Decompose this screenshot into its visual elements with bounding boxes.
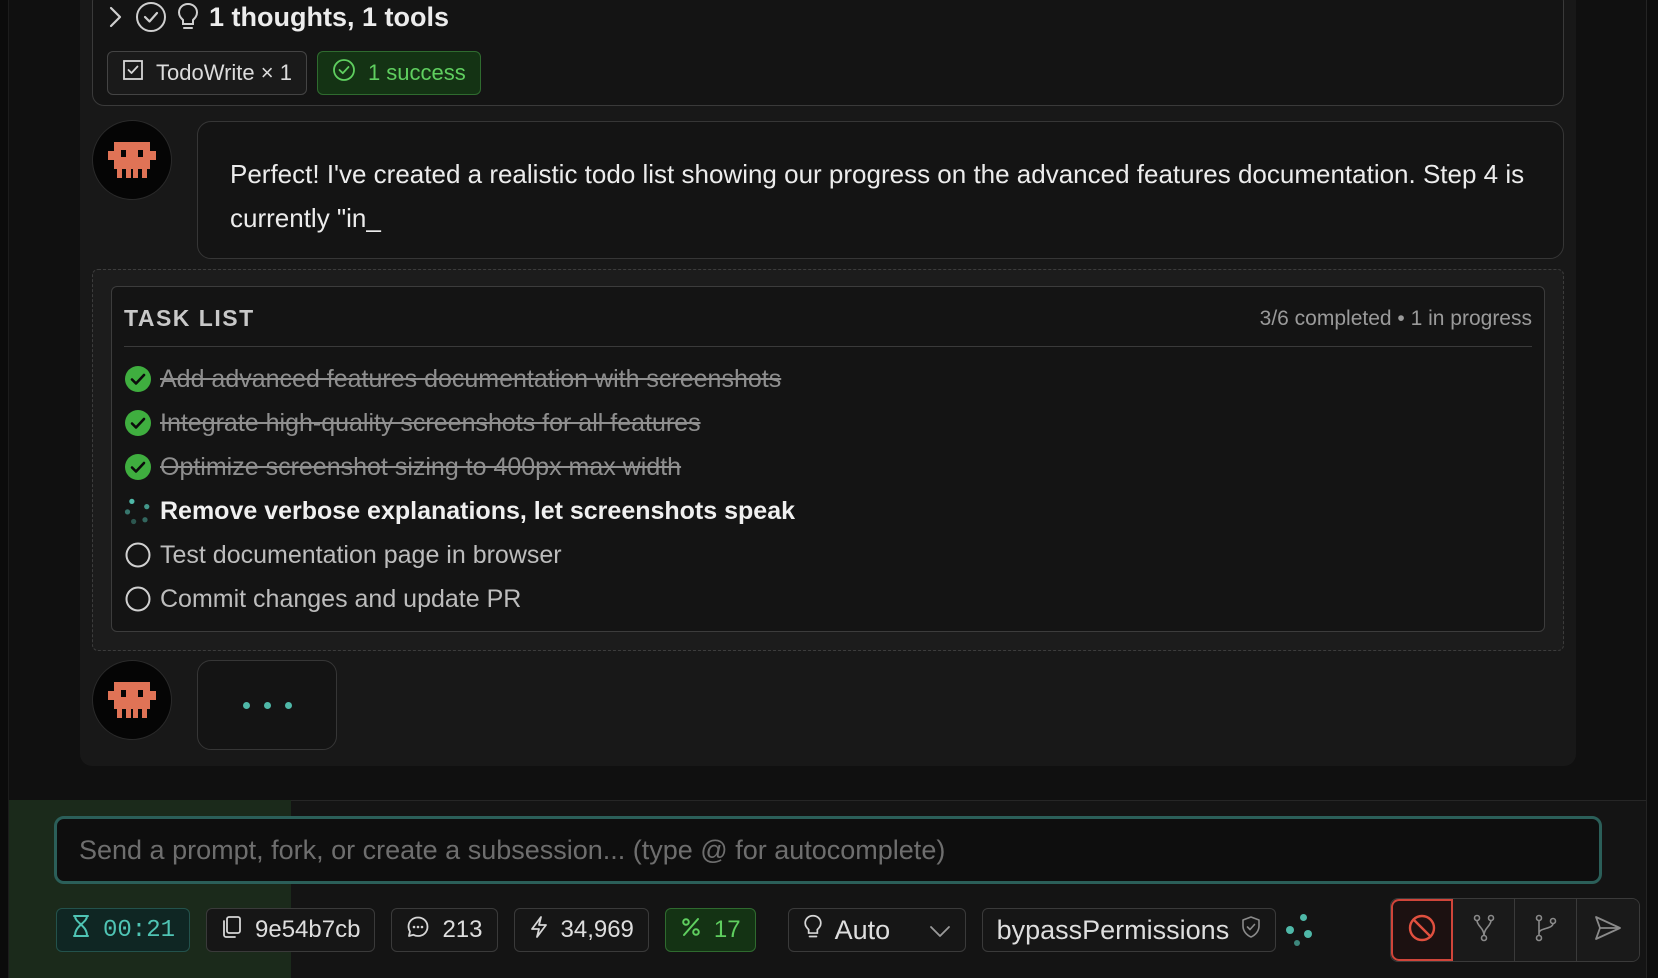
shield-icon <box>1241 915 1261 946</box>
timer-value: 00:21 <box>103 916 176 944</box>
token-count-badge: 34,969 <box>513 908 649 952</box>
task-item-label: Remove verbose explanations, let screens… <box>160 496 795 525</box>
thoughts-tools-card: 1 thoughts, 1 tools TodoWrite × 1 1 succ… <box>92 0 1564 106</box>
token-count-value: 34,969 <box>560 916 634 943</box>
right-scrollbar-edge[interactable] <box>1646 0 1658 978</box>
check-filled-icon <box>124 453 152 481</box>
loading-spinner-icon <box>1282 908 1322 952</box>
assistant-message-text: Perfect! I've created a realistic todo l… <box>230 159 1525 233</box>
checkbox-icon <box>122 59 144 87</box>
fork-icon <box>1472 914 1496 947</box>
success-chip[interactable]: 1 success <box>316 51 481 95</box>
task-item: Test documentation page in browser <box>124 533 1532 577</box>
typing-dot <box>263 701 271 709</box>
task-list-container: TASK LIST 3/6 completed • 1 in progress … <box>92 269 1564 651</box>
prompt-input[interactable] <box>54 816 1602 884</box>
task-item: Remove verbose explanations, let screens… <box>124 489 1532 533</box>
check-circle-icon <box>135 1 167 33</box>
task-item-label: Integrate high-quality screenshots for a… <box>160 408 701 437</box>
lightning-icon <box>529 915 549 946</box>
left-sidebar-edge <box>0 0 9 978</box>
tool-chip-todowrite[interactable]: TodoWrite × 1 <box>107 51 307 95</box>
composer-actions <box>1390 898 1640 962</box>
stop-icon <box>1407 913 1437 948</box>
chevron-down-icon <box>929 915 951 946</box>
send-button[interactable] <box>1577 899 1639 961</box>
fork-button[interactable] <box>1453 899 1515 961</box>
thoughts-tools-header[interactable]: 1 thoughts, 1 tools <box>107 1 449 33</box>
check-filled-icon <box>124 409 152 437</box>
tool-chip-row: TodoWrite × 1 1 success <box>107 51 481 95</box>
stop-button[interactable] <box>1391 899 1453 961</box>
circle-outline-icon <box>124 585 152 613</box>
thinking-mode-select[interactable]: Auto <box>787 908 966 952</box>
subsession-button[interactable] <box>1515 899 1577 961</box>
send-icon <box>1593 914 1623 947</box>
task-item: Integrate high-quality screenshots for a… <box>124 401 1532 445</box>
typing-dot <box>242 701 250 709</box>
task-list-header: TASK LIST 3/6 completed • 1 in progress <box>124 287 1532 347</box>
status-bar: 00:21 9e54b7cb 213 34,969 17 Auto bypass… <box>56 908 1330 952</box>
task-item-label: Test documentation page in browser <box>160 540 562 569</box>
percent-icon <box>680 916 702 945</box>
task-item: Optimize screenshot sizing to 400px max … <box>124 445 1532 489</box>
branch-icon <box>1534 914 1558 947</box>
robot-icon <box>108 682 156 718</box>
session-id-value: 9e54b7cb <box>255 916 361 943</box>
lightbulb-icon <box>177 2 199 32</box>
spinner-icon <box>124 497 152 525</box>
task-item-label: Optimize screenshot sizing to 400px max … <box>160 452 682 481</box>
lightbulb-icon <box>803 914 823 947</box>
check-circle-icon <box>332 58 356 88</box>
thinking-mode-value: Auto <box>834 914 891 945</box>
task-item: Add advanced features documentation with… <box>124 357 1532 401</box>
context-percent-value: 17 <box>713 916 741 943</box>
circle-outline-icon <box>124 541 152 569</box>
assistant-message: Perfect! I've created a realistic todo l… <box>197 121 1564 259</box>
robot-icon <box>108 142 156 178</box>
copy-icon <box>221 915 243 946</box>
success-chip-label: 1 success <box>367 60 466 85</box>
task-list-card: TASK LIST 3/6 completed • 1 in progress … <box>111 286 1545 632</box>
permission-mode-select[interactable]: bypassPermissions <box>981 908 1277 952</box>
task-list-title: TASK LIST <box>124 305 255 331</box>
message-count-badge: 213 <box>391 908 498 952</box>
tool-chip-label: TodoWrite × 1 <box>156 60 292 85</box>
task-list: Add advanced features documentation with… <box>124 347 1532 621</box>
permission-mode-value: bypassPermissions <box>996 914 1230 945</box>
session-id-badge[interactable]: 9e54b7cb <box>206 908 376 952</box>
message-icon <box>406 915 430 946</box>
check-filled-icon <box>124 365 152 393</box>
typing-dot <box>284 701 292 709</box>
thoughts-tools-summary: 1 thoughts, 1 tools <box>209 1 449 32</box>
chevron-right-icon[interactable] <box>107 5 125 29</box>
task-list-summary: 3/6 completed • 1 in progress <box>1259 306 1532 330</box>
typing-indicator <box>197 660 337 750</box>
message-count-value: 213 <box>442 916 483 943</box>
task-item-label: Commit changes and update PR <box>160 584 522 613</box>
assistant-avatar <box>92 660 172 740</box>
context-percent-badge: 17 <box>664 908 756 952</box>
task-item: Commit changes and update PR <box>124 577 1532 621</box>
timer-badge: 00:21 <box>56 908 191 952</box>
assistant-avatar <box>92 120 172 200</box>
hourglass-icon <box>71 914 91 946</box>
task-item-label: Add advanced features documentation with… <box>160 364 782 393</box>
